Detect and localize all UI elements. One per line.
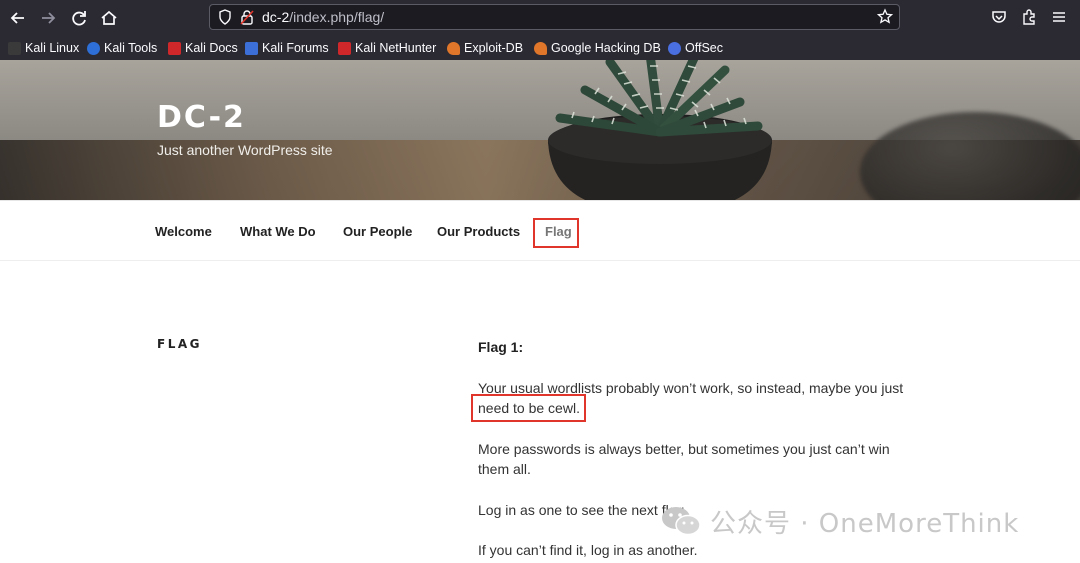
main-navigation: Welcome What We Do Our People Our Produc…: [0, 200, 1080, 261]
bookmark-label: OffSec: [685, 41, 723, 55]
menu-icon[interactable]: [1050, 8, 1068, 26]
url-bar[interactable]: dc-2/index.php/flag/: [209, 4, 900, 30]
exploit-db-icon: [447, 41, 460, 55]
bookmark-google-hacking-db[interactable]: Google Hacking DB: [534, 40, 661, 56]
back-icon[interactable]: [7, 7, 29, 29]
url-text[interactable]: dc-2/index.php/flag/: [262, 9, 384, 26]
nav-item-welcome[interactable]: Welcome: [155, 224, 212, 239]
bookmark-kali-forums[interactable]: Kali Forums: [245, 40, 329, 56]
paragraph-4: If you can’t find it, log in as another.: [478, 542, 698, 558]
nav-item-our-products[interactable]: Our Products: [437, 224, 520, 239]
nav-item-our-people[interactable]: Our People: [343, 224, 412, 239]
kali-dragon-icon: [8, 41, 21, 55]
bookmark-kali-docs[interactable]: Kali Docs: [168, 40, 238, 56]
url-path: /index.php/flag/: [289, 9, 385, 25]
header-image: DC-2 Just another WordPress site: [0, 60, 1080, 200]
bookmarks-bar: Kali Linux Kali Tools Kali Docs Kali For…: [0, 36, 1080, 60]
watermark: 公众号 · OneMoreThink: [660, 504, 1020, 539]
bookmark-label: Kali Linux: [25, 41, 80, 55]
forward-icon[interactable]: [37, 7, 59, 29]
site-title[interactable]: DC-2: [157, 100, 246, 135]
bookmark-offsec[interactable]: OffSec: [668, 40, 723, 56]
nav-item-what-we-do[interactable]: What We Do: [240, 224, 316, 239]
star-icon[interactable]: [876, 8, 894, 26]
page-title: FLAG: [157, 337, 202, 351]
cewl-highlight-box: [471, 394, 586, 422]
kali-forums-icon: [245, 41, 258, 55]
bookmark-label: Kali NetHunter: [355, 41, 437, 55]
paragraph-2: More passwords is always better, but som…: [478, 440, 890, 478]
bookmark-kali-tools[interactable]: Kali Tools: [87, 40, 157, 56]
shield-icon[interactable]: [218, 9, 232, 25]
browser-toolbar: dc-2/index.php/flag/: [0, 0, 1080, 36]
wechat-icon: [662, 507, 701, 536]
pocket-icon[interactable]: [990, 8, 1008, 26]
insecure-lock-icon[interactable]: [240, 9, 254, 25]
site-tagline: Just another WordPress site: [157, 142, 333, 158]
background-bowl: [860, 112, 1080, 200]
extensions-icon[interactable]: [1020, 8, 1038, 26]
watermark-text: 公众号 · OneMoreThink: [710, 508, 1020, 539]
offsec-icon: [668, 41, 681, 55]
succulent-plant-image: [548, 60, 772, 200]
bookmark-kali-nethunter[interactable]: Kali NetHunter: [338, 40, 436, 56]
flag-highlight-box: [533, 218, 579, 248]
reload-icon[interactable]: [68, 7, 90, 29]
bookmark-kali-linux[interactable]: Kali Linux: [8, 40, 79, 56]
bookmark-label: Exploit-DB: [464, 41, 524, 55]
bookmark-label: Kali Forums: [262, 41, 329, 55]
flag-label: Flag 1:: [478, 339, 524, 355]
kali-docs-icon: [168, 41, 181, 55]
ghdb-icon: [534, 41, 547, 55]
url-host: dc-2: [262, 9, 290, 25]
bookmark-label: Google Hacking DB: [551, 41, 661, 55]
home-icon[interactable]: [98, 7, 120, 29]
bookmark-label: Kali Docs: [185, 41, 238, 55]
bookmark-exploit-db[interactable]: Exploit-DB: [447, 40, 523, 56]
kali-tools-icon: [87, 41, 100, 55]
kali-nethunter-icon: [338, 41, 351, 55]
bookmark-label: Kali Tools: [104, 41, 158, 55]
